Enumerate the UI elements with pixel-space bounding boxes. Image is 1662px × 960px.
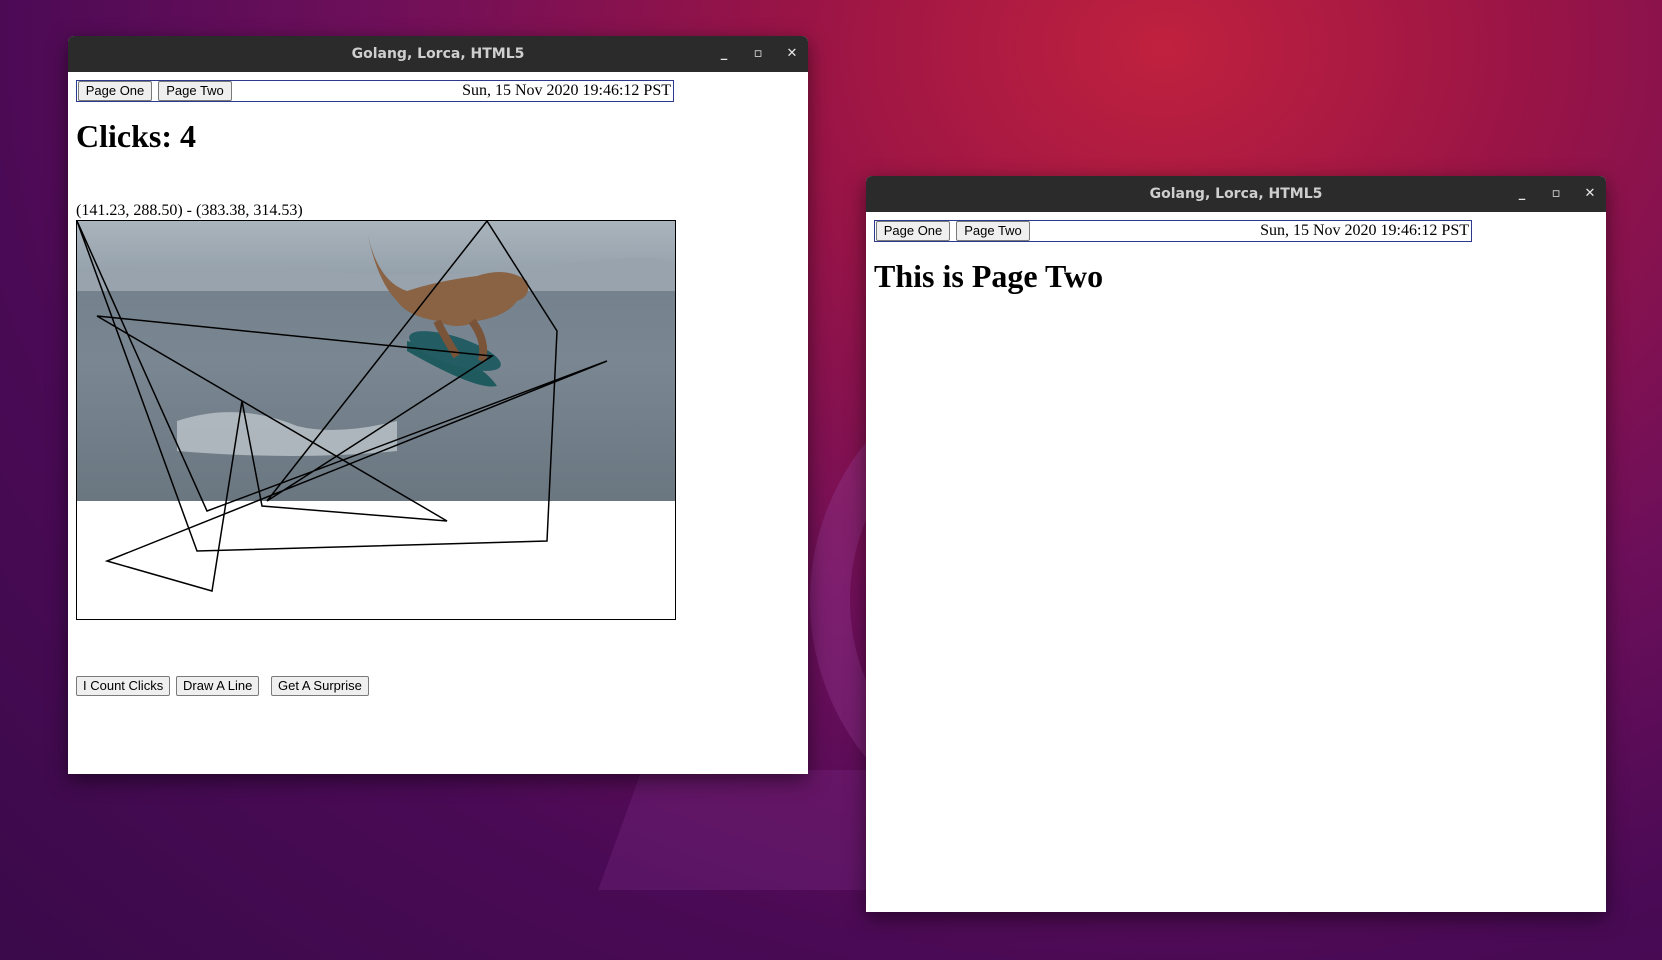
window-titlebar[interactable]: Golang, Lorca, HTML5 _ ▫ ✕ [866,176,1606,212]
window-page-two: Golang, Lorca, HTML5 _ ▫ ✕ Page One Page… [866,176,1606,912]
page-one-button[interactable]: Page One [876,221,950,241]
page-two-button[interactable]: Page Two [956,221,1030,241]
window-content: Page One Page Two Sun, 15 Nov 2020 19:46… [866,212,1606,912]
close-icon[interactable]: ✕ [1580,184,1600,204]
window-titlebar[interactable]: Golang, Lorca, HTML5 _ ▫ ✕ [68,36,808,72]
canvas-drawing [77,221,675,619]
datetime-display: Sun, 15 Nov 2020 19:46:12 PST [462,82,671,99]
draw-line-button[interactable]: Draw A Line [176,676,260,696]
navigation-bar: Page One Page Two Sun, 15 Nov 2020 19:46… [76,80,674,102]
window-content: Page One Page Two Sun, 15 Nov 2020 19:46… [68,72,808,774]
coordinates-readout: (141.23, 288.50) - (383.38, 314.53) [76,202,303,219]
page-two-heading: This is Page Two [874,258,1104,294]
maximize-icon[interactable]: ▫ [748,44,768,64]
window-page-one: Golang, Lorca, HTML5 _ ▫ ✕ Page One Page… [68,36,808,774]
clicks-heading: Clicks: 4 [76,118,196,154]
page-one-button[interactable]: Page One [78,81,152,101]
minimize-icon[interactable]: _ [1512,184,1532,204]
drawing-canvas[interactable] [76,220,676,620]
window-title: Golang, Lorca, HTML5 [1149,186,1323,202]
page-two-button[interactable]: Page Two [158,81,232,101]
datetime-display: Sun, 15 Nov 2020 19:46:12 PST [1260,222,1469,239]
close-icon[interactable]: ✕ [782,44,802,64]
surprise-button[interactable]: Get A Surprise [271,676,369,696]
navigation-bar: Page One Page Two Sun, 15 Nov 2020 19:46… [874,220,1472,242]
maximize-icon[interactable]: ▫ [1546,184,1566,204]
minimize-icon[interactable]: _ [714,44,734,64]
window-title: Golang, Lorca, HTML5 [351,46,525,62]
count-clicks-button[interactable]: I Count Clicks [76,676,171,696]
